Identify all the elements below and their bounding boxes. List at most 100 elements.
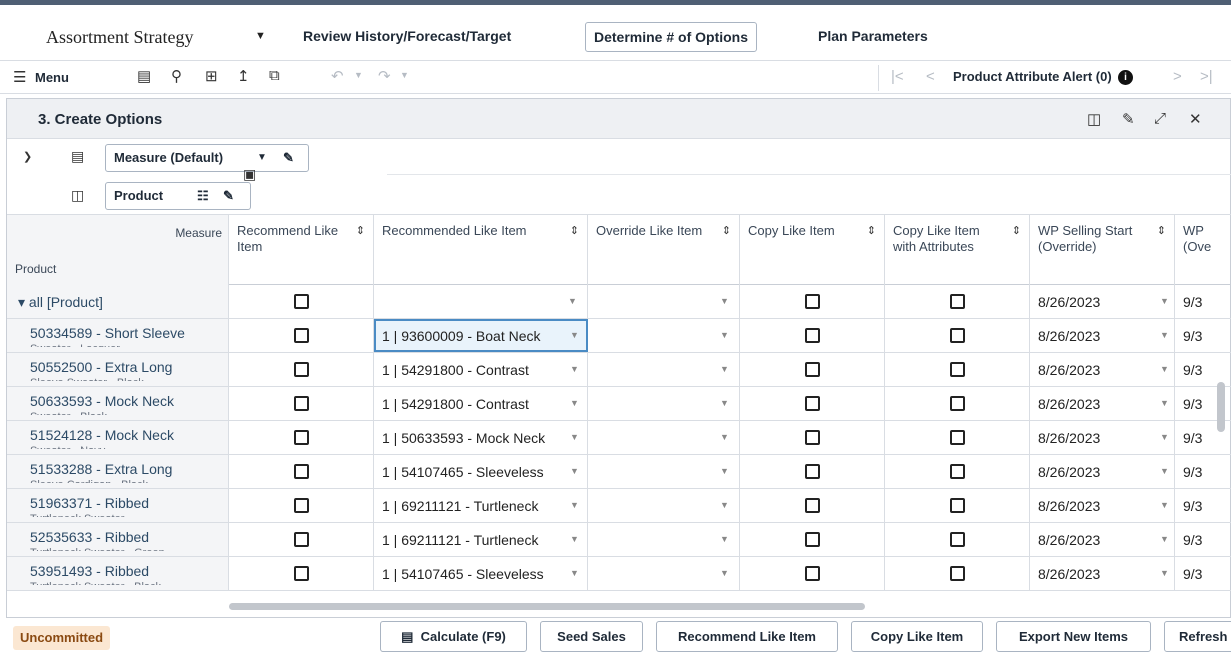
tab-determine-options[interactable]: Determine # of Options xyxy=(585,22,758,52)
pivot-icon[interactable]: ▣ xyxy=(243,166,256,183)
override-like-item-cell[interactable]: ▼ xyxy=(588,489,740,522)
chart-icon[interactable]: ◫ xyxy=(1087,110,1101,128)
horizontal-scrollbar[interactable] xyxy=(229,603,865,610)
chevron-down-icon[interactable]: ▼ xyxy=(570,466,579,476)
copy-like-item-cell[interactable] xyxy=(740,557,885,590)
row-header[interactable]: 51524128 - Mock NeckSweater - Navy xyxy=(7,421,229,454)
row-layout-icon[interactable]: ▤ xyxy=(71,148,84,165)
col-copy-like-item-attributes[interactable]: Copy Like Item with Attributes ⇕ xyxy=(885,215,1030,285)
chevron-down-icon[interactable]: ▼ xyxy=(568,296,577,306)
hierarchy-icon[interactable]: ☷ xyxy=(197,183,209,209)
row-header[interactable]: 51963371 - RibbedTurtleneck Sweater xyxy=(7,489,229,522)
recommend-like-item-cell[interactable] xyxy=(229,387,374,420)
chevron-down-icon[interactable]: ▼ xyxy=(720,500,729,510)
excel-icon[interactable]: ⊞ xyxy=(205,67,218,85)
copy-like-item-cell[interactable] xyxy=(740,421,885,454)
wp-selling-start-cell[interactable]: 8/26/2023 ▼ xyxy=(1030,455,1175,488)
override-like-item-cell[interactable]: ▼ xyxy=(588,387,740,420)
col-recommend-like-item[interactable]: Recommend Like Item ⇕ xyxy=(229,215,374,285)
undo-icon[interactable]: ↶ xyxy=(331,67,344,85)
wp-override-cell[interactable]: 9/3 xyxy=(1175,523,1231,556)
table-row[interactable]: 50552500 - Extra LongSleeve Sweater - Bl… xyxy=(7,353,1231,387)
recommend-like-item-cell[interactable] xyxy=(229,421,374,454)
col-wp-selling-start[interactable]: WP Selling Start (Override) ⇕ xyxy=(1030,215,1175,285)
info-icon[interactable]: i xyxy=(1118,70,1133,85)
undo-dropdown-icon[interactable]: ▼ xyxy=(354,70,363,80)
chevron-down-icon[interactable]: ▼ xyxy=(1160,568,1169,578)
col-copy-like-item[interactable]: Copy Like Item ⇕ xyxy=(740,215,885,285)
app-title-chevron-down-icon[interactable]: ▼ xyxy=(255,30,266,42)
copy-like-item-cell[interactable] xyxy=(740,523,885,556)
checkbox[interactable] xyxy=(950,498,965,513)
override-like-item-cell[interactable]: ▼ xyxy=(588,353,740,386)
table-row[interactable]: 51963371 - RibbedTurtleneck Sweater 1 | 6… xyxy=(7,489,1231,523)
copy-like-item-attributes-cell[interactable] xyxy=(885,353,1030,386)
row-header[interactable]: 50552500 - Extra LongSleeve Sweater - Bl… xyxy=(7,353,229,386)
last-page-icon[interactable]: >| xyxy=(1200,68,1213,85)
checkbox[interactable] xyxy=(805,464,820,479)
col-override-like-item[interactable]: Override Like Item ⇕ xyxy=(588,215,740,285)
alert-label[interactable]: Product Attribute Alert (0) xyxy=(953,69,1112,84)
col-recommended-like-item[interactable]: Recommended Like Item ⇕ xyxy=(374,215,588,285)
copy-like-item-button[interactable]: Copy Like Item xyxy=(851,621,983,652)
checkbox[interactable] xyxy=(950,294,965,309)
checkbox[interactable] xyxy=(805,498,820,513)
recommended-like-item-cell[interactable]: 1 | 69211121 - Turtleneck ▼ xyxy=(374,523,588,556)
sort-icon[interactable]: ⇕ xyxy=(1157,223,1166,239)
override-like-item-cell[interactable]: ▼ xyxy=(588,285,740,318)
table-row[interactable]: 52535633 - RibbedTurtleneck Sweater - Gr… xyxy=(7,523,1231,557)
wp-selling-start-cell[interactable]: 8/26/2023 ▼ xyxy=(1030,421,1175,454)
table-row[interactable]: 53951493 - RibbedTurtleneck Sweater - Bl… xyxy=(7,557,1231,591)
calculate-button[interactable]: ▤ Calculate (F9) xyxy=(380,621,527,652)
copy-like-item-cell[interactable] xyxy=(740,455,885,488)
chevron-down-icon[interactable]: ▼ xyxy=(1160,330,1169,340)
table-row[interactable]: ▾ all [Product] ▼ ▼ 8/26/2023 ▼ 9/3 xyxy=(7,285,1231,319)
checkbox[interactable] xyxy=(805,532,820,547)
chevron-down-icon[interactable]: ▼ xyxy=(1160,534,1169,544)
wp-override-cell[interactable]: 9/3 xyxy=(1175,455,1231,488)
chevron-down-icon[interactable]: ▼ xyxy=(570,500,579,510)
recommended-like-item-cell[interactable]: 1 | 50633593 - Mock Neck ▼ xyxy=(374,421,588,454)
checkbox[interactable] xyxy=(950,430,965,445)
table-row[interactable]: 51524128 - Mock NeckSweater - Navy 1 | 50… xyxy=(7,421,1231,455)
checkbox[interactable] xyxy=(294,362,309,377)
recommend-like-item-cell[interactable] xyxy=(229,455,374,488)
checkbox[interactable] xyxy=(294,396,309,411)
edit-icon[interactable]: ✎ xyxy=(1122,110,1135,128)
checkbox[interactable] xyxy=(805,566,820,581)
checkbox[interactable] xyxy=(950,396,965,411)
recommend-like-item-button[interactable]: Recommend Like Item xyxy=(656,621,838,652)
edit-icon[interactable]: ✎ xyxy=(223,183,234,209)
override-like-item-cell[interactable]: ▼ xyxy=(588,523,740,556)
checkbox[interactable] xyxy=(805,362,820,377)
override-like-item-cell[interactable]: ▼ xyxy=(588,455,740,488)
copy-like-item-attributes-cell[interactable] xyxy=(885,421,1030,454)
expand-caret-icon[interactable]: ▾ xyxy=(18,294,29,310)
copy-like-item-attributes-cell[interactable] xyxy=(885,455,1030,488)
chevron-down-icon[interactable]: ▼ xyxy=(570,534,579,544)
copy-like-item-attributes-cell[interactable] xyxy=(885,285,1030,318)
copy-icon[interactable]: ⧉ xyxy=(269,67,280,84)
wp-selling-start-cell[interactable]: 8/26/2023 ▼ xyxy=(1030,353,1175,386)
export-new-items-button[interactable]: Export New Items xyxy=(996,621,1151,652)
vertical-scrollbar[interactable] xyxy=(1217,382,1225,432)
chevron-down-icon[interactable]: ▼ xyxy=(720,432,729,442)
wp-override-cell[interactable]: 9/3 xyxy=(1175,353,1231,386)
recommend-like-item-cell[interactable] xyxy=(229,285,374,318)
override-like-item-cell[interactable]: ▼ xyxy=(588,319,740,352)
checkbox[interactable] xyxy=(805,294,820,309)
recommend-like-item-cell[interactable] xyxy=(229,319,374,352)
chevron-down-icon[interactable]: ▼ xyxy=(720,466,729,476)
recommend-like-item-cell[interactable] xyxy=(229,523,374,556)
sort-icon[interactable]: ⇕ xyxy=(570,223,579,239)
col-wp-override[interactable]: WP (Ove xyxy=(1175,215,1231,285)
wp-override-cell[interactable]: 9/3 xyxy=(1175,319,1231,352)
wp-selling-start-cell[interactable]: 8/26/2023 ▼ xyxy=(1030,285,1175,318)
copy-like-item-cell[interactable] xyxy=(740,353,885,386)
sort-icon[interactable]: ⇕ xyxy=(1012,223,1021,239)
recommended-like-item-cell[interactable]: 1 | 93600009 - Boat Neck ▼ xyxy=(374,319,588,352)
recommended-like-item-cell[interactable]: ▼ xyxy=(374,285,588,318)
export-icon[interactable]: ↥ xyxy=(237,67,250,85)
checkbox[interactable] xyxy=(294,464,309,479)
checkbox[interactable] xyxy=(294,430,309,445)
